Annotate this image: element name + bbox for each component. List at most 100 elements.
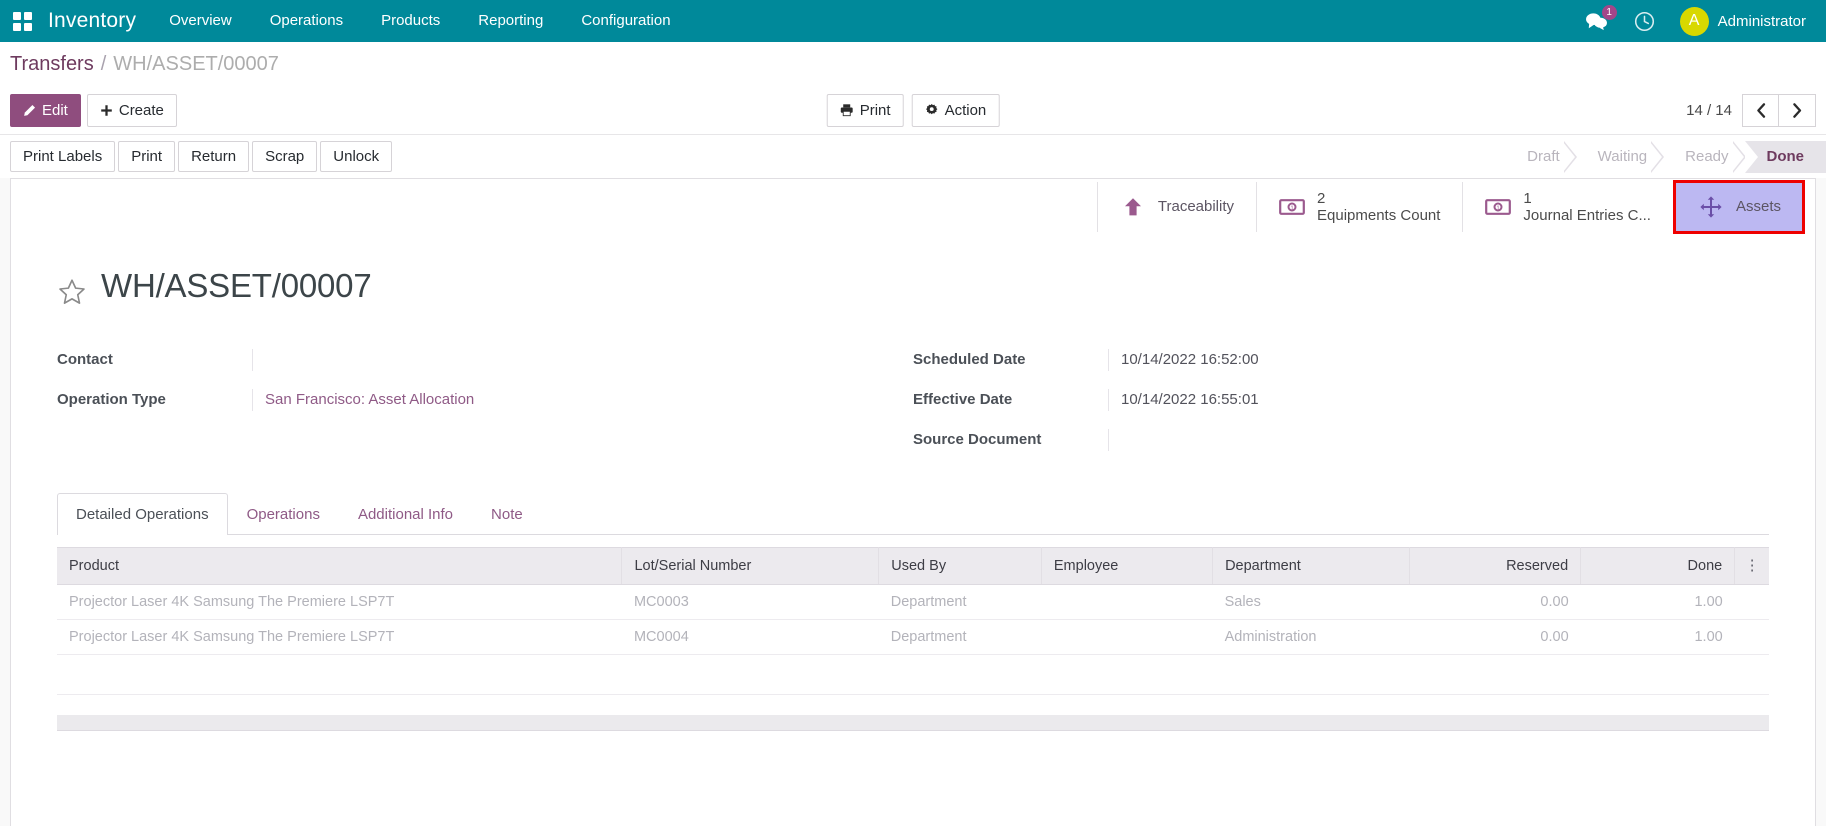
smart-button-box: Traceability 1 2 Equipments Count 1 1 Jo… xyxy=(11,179,1815,235)
notebook: Detailed Operations Operations Additiona… xyxy=(11,469,1815,732)
cell-reserved[interactable]: 0.00 xyxy=(1409,619,1581,656)
optional-columns-toggle[interactable]: ⋮ xyxy=(1734,547,1769,586)
print-labels-button[interactable]: Print Labels xyxy=(10,141,116,172)
tab-detailed-operations[interactable]: Detailed Operations xyxy=(57,493,228,536)
smart-button-traceability[interactable]: Traceability xyxy=(1096,182,1256,232)
column-header-used-by[interactable]: Used By xyxy=(878,547,1042,586)
smart-button-assets[interactable]: Assets xyxy=(1672,180,1806,234)
column-header-reserved[interactable]: Reserved xyxy=(1409,547,1582,586)
cell-product[interactable]: Projector Laser 4K Samsung The Premiere … xyxy=(57,619,622,656)
print-button[interactable]: Print xyxy=(826,93,904,127)
field-source-document-value[interactable] xyxy=(1108,429,1729,452)
print-workflow-button[interactable]: Print xyxy=(118,141,176,172)
column-header-product[interactable]: Product xyxy=(57,547,623,586)
smart-button-journal-entries-count[interactable]: 1 1 Journal Entries C... xyxy=(1462,182,1673,232)
column-header-lot-serial-number[interactable]: Lot/Serial Number xyxy=(621,547,880,586)
smart-button-journal-entries-count-label: Journal Entries C... xyxy=(1523,207,1651,224)
table-row[interactable]: Projector Laser 4K Samsung The Premiere … xyxy=(57,584,1769,621)
cell-done[interactable]: 1.00 xyxy=(1580,619,1735,656)
form-group-right: Scheduled Date 10/14/2022 16:52:00 Effec… xyxy=(913,349,1769,469)
action-button-label: Action xyxy=(944,101,987,119)
field-operation-type-value[interactable]: San Francisco: Asset Allocation xyxy=(252,389,873,412)
user-name-label: Administrator xyxy=(1717,12,1806,30)
status-stage-draft[interactable]: Draft xyxy=(1505,140,1577,173)
action-button[interactable]: Action xyxy=(911,93,1000,127)
cell-employee[interactable] xyxy=(1041,619,1213,656)
activities-button[interactable] xyxy=(1623,0,1666,42)
smart-button-equipments-count[interactable]: 1 2 Equipments Count xyxy=(1256,182,1462,232)
breadcrumb: Transfers / WH/ASSET/00007 xyxy=(0,42,1826,86)
edit-button[interactable]: Edit xyxy=(10,93,81,127)
smart-button-assets-label: Assets xyxy=(1735,198,1781,216)
cell-reserved[interactable]: 0.00 xyxy=(1409,584,1581,621)
field-source-document-label: Source Document xyxy=(913,431,1042,449)
stage-arrow xyxy=(1650,140,1665,173)
create-button-label: Create xyxy=(118,101,164,119)
cell-used-by[interactable]: Department xyxy=(878,584,1042,621)
field-contact-label: Contact xyxy=(57,351,113,369)
cell-used-by[interactable]: Department xyxy=(878,619,1042,656)
cell-spacer xyxy=(1734,619,1769,656)
cell-lot-serial-number[interactable]: MC0003 xyxy=(621,584,879,621)
cell-department[interactable]: Administration xyxy=(1212,619,1410,656)
tab-additional-info[interactable]: Additional Info xyxy=(339,493,472,535)
menu-item-reporting[interactable]: Reporting xyxy=(459,0,562,42)
field-operation-type: Operation Type San Francisco: Asset Allo… xyxy=(57,389,873,429)
app-brand-inventory[interactable]: Inventory xyxy=(40,9,150,33)
return-button[interactable]: Return xyxy=(178,141,250,172)
apps-menu-button[interactable] xyxy=(0,0,40,42)
cell-department[interactable]: Sales xyxy=(1212,584,1410,621)
breadcrumb-current-record: WH/ASSET/00007 xyxy=(113,52,279,75)
column-header-employee[interactable]: Employee xyxy=(1041,547,1214,586)
cell-employee[interactable] xyxy=(1041,584,1213,621)
field-scheduled-date-value[interactable]: 10/14/2022 16:52:00 xyxy=(1108,349,1729,372)
record-action-buttons: Edit Create xyxy=(10,93,177,127)
breadcrumb-parent-transfers[interactable]: Transfers xyxy=(10,53,94,76)
status-pipeline: Draft Waiting Ready Done xyxy=(1505,140,1826,173)
field-effective-date-value[interactable]: 10/14/2022 16:55:01 xyxy=(1108,389,1729,412)
messages-count-badge: 1 xyxy=(1601,5,1617,20)
pager-count-label: 14 / 14 xyxy=(1686,101,1732,119)
tab-note[interactable]: Note xyxy=(472,493,542,535)
cell-done[interactable]: 1.00 xyxy=(1580,584,1735,621)
plus-icon xyxy=(101,104,112,116)
smart-button-traceability-text: Traceability xyxy=(1158,198,1234,215)
status-stage-waiting[interactable]: Waiting xyxy=(1575,140,1665,173)
pager: 14 / 14 xyxy=(1686,93,1816,127)
cell-lot-serial-number[interactable]: MC0004 xyxy=(621,619,879,656)
menu-item-overview[interactable]: Overview xyxy=(150,0,251,42)
smart-button-equipments-count-text: 2 Equipments Count xyxy=(1317,190,1440,225)
printer-icon xyxy=(840,104,853,117)
page-title: WH/ASSET/00007 xyxy=(101,267,372,305)
status-stage-ready[interactable]: Ready xyxy=(1663,140,1746,173)
messages-button[interactable]: 1 xyxy=(1574,0,1619,42)
pager-previous-button[interactable] xyxy=(1742,93,1779,127)
scrap-button[interactable]: Scrap xyxy=(252,141,318,172)
field-contact-value[interactable] xyxy=(252,349,873,372)
tab-operations[interactable]: Operations xyxy=(228,493,339,535)
column-header-done[interactable]: Done xyxy=(1580,547,1736,586)
cell-product[interactable]: Projector Laser 4K Samsung The Premiere … xyxy=(57,584,622,621)
status-stage-done[interactable]: Done xyxy=(1744,140,1826,173)
column-header-department[interactable]: Department xyxy=(1212,547,1410,586)
statusbar-row: Print Labels Print Return Scrap Unlock D… xyxy=(0,134,1826,178)
field-effective-date-label: Effective Date xyxy=(913,391,1013,409)
print-button-label: Print xyxy=(859,101,891,119)
table-row[interactable]: Projector Laser 4K Samsung The Premiere … xyxy=(57,619,1769,656)
menu-item-operations[interactable]: Operations xyxy=(251,0,362,42)
menu-item-products[interactable]: Products xyxy=(362,0,459,42)
create-button[interactable]: Create xyxy=(86,93,177,127)
pager-next-button[interactable] xyxy=(1779,93,1816,127)
smart-button-equipments-count-label: Equipments Count xyxy=(1317,207,1441,224)
control-panel: Edit Create Print Action 14 / 14 xyxy=(0,86,1826,134)
smart-button-assets-text: Assets xyxy=(1736,198,1781,215)
stage-arrow xyxy=(1562,140,1577,173)
record-title-area: WH/ASSET/00007 xyxy=(11,235,1815,327)
vertical-dots-icon: ⋮ xyxy=(1744,557,1760,575)
star-outline-icon[interactable] xyxy=(57,277,87,307)
smart-button-journal-entries-count-value: 1 xyxy=(1523,189,1532,207)
table-header: Product Lot/Serial Number Used By Employ… xyxy=(57,547,1769,586)
user-menu[interactable]: A Administrator xyxy=(1670,0,1812,42)
menu-item-configuration[interactable]: Configuration xyxy=(562,0,689,42)
unlock-button[interactable]: Unlock xyxy=(320,141,393,172)
